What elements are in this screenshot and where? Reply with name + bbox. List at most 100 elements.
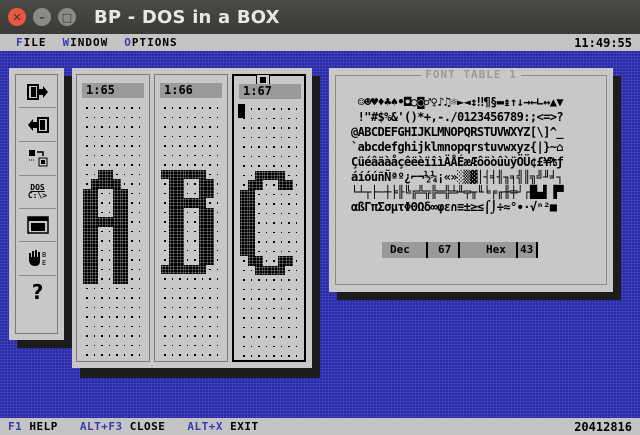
glyph-pixel[interactable]: [248, 275, 256, 285]
glyph-pixel[interactable]: [98, 217, 106, 227]
glyph-pixel[interactable]: [278, 294, 286, 304]
glyph-pixel[interactable]: [240, 161, 248, 171]
glyph-pixel[interactable]: [83, 293, 91, 303]
glyph-pixel[interactable]: [270, 170, 278, 180]
glyph-pixel[interactable]: [263, 190, 271, 200]
glyph-pixel[interactable]: [214, 331, 222, 341]
glyph-pixel[interactable]: [206, 341, 214, 351]
glyph-pixel[interactable]: [214, 179, 222, 189]
glyph-pixel[interactable]: [293, 133, 301, 143]
status-help[interactable]: F1 HELP: [8, 420, 58, 433]
glyph-pixel[interactable]: [168, 217, 176, 227]
glyph-pixel[interactable]: [121, 303, 129, 313]
glyph-pixel[interactable]: [285, 256, 293, 266]
glyph-pixel[interactable]: [136, 284, 144, 294]
glyph-pixel[interactable]: [128, 103, 136, 113]
glyph-pixel[interactable]: [248, 142, 256, 152]
glyph-pixel[interactable]: [184, 122, 192, 132]
glyph-pixel[interactable]: [255, 114, 263, 124]
glyph-pixel[interactable]: [184, 331, 192, 341]
glyph-pixel[interactable]: [206, 141, 214, 151]
font-row[interactable]: αßΓπΣσµτΦΘΩδ∞φε∩≡±≥≤⌠⌡÷≈°∙·√ⁿ²■: [351, 200, 563, 215]
glyph-pixel[interactable]: [277, 180, 285, 190]
glyph-pixel[interactable]: [270, 256, 278, 266]
glyph-pixel[interactable]: [128, 284, 136, 294]
glyph-pixel[interactable]: [113, 179, 121, 189]
glyph-pixel[interactable]: [161, 331, 169, 341]
glyph-pixel[interactable]: [136, 141, 144, 151]
glyph-pixel[interactable]: [98, 331, 106, 341]
glyph-pixel[interactable]: [98, 341, 106, 351]
glyph-pixel[interactable]: [240, 199, 248, 209]
glyph-pixel[interactable]: [270, 104, 278, 114]
glyph-pixel[interactable]: [113, 303, 121, 313]
glyph-pixel[interactable]: [293, 304, 301, 314]
glyph-pixel[interactable]: [184, 227, 192, 237]
glyph-pixel[interactable]: [214, 170, 222, 180]
glyph-pixel[interactable]: [198, 169, 206, 179]
glyph-pixel[interactable]: [214, 341, 222, 351]
glyph-pixel[interactable]: [184, 341, 192, 351]
glyph-pixel[interactable]: [248, 313, 256, 323]
glyph-pixel[interactable]: [293, 294, 301, 304]
glyph-pixel[interactable]: [263, 304, 271, 314]
glyph-pixel[interactable]: [83, 160, 91, 170]
glyph-pixel[interactable]: [161, 208, 169, 218]
glyph-pixel[interactable]: [113, 217, 121, 227]
minimize-icon[interactable]: –: [33, 8, 51, 26]
glyph-pixel[interactable]: [184, 151, 192, 161]
glyph-pixel[interactable]: [176, 132, 184, 142]
glyph-pixel[interactable]: [176, 103, 184, 113]
glyph-pixel[interactable]: [191, 255, 199, 265]
glyph-pixel[interactable]: [136, 122, 144, 132]
glyph-pixel[interactable]: [176, 255, 184, 265]
glyph-pixel[interactable]: [176, 341, 184, 351]
glyph-pixel[interactable]: [240, 256, 248, 266]
glyph-pixel[interactable]: [191, 227, 199, 237]
glyph-pixel[interactable]: [176, 141, 184, 151]
glyph-pixel[interactable]: [206, 322, 214, 332]
glyph-pixel[interactable]: [136, 227, 144, 237]
glyph-pixel[interactable]: [248, 104, 256, 114]
glyph-pixel[interactable]: [176, 151, 184, 161]
glyph-pixel[interactable]: [263, 104, 271, 114]
glyph-pixel[interactable]: [206, 103, 214, 113]
glyph-pixel[interactable]: [169, 293, 177, 303]
glyph-pixel[interactable]: [214, 236, 222, 246]
glyph-pixel[interactable]: [191, 246, 199, 256]
enter-door-icon[interactable]: [19, 112, 56, 138]
glyph-pixel[interactable]: [206, 179, 214, 189]
glyph-pixel[interactable]: [161, 284, 169, 294]
glyph-pixel[interactable]: [176, 303, 184, 313]
glyph-cell[interactable]: 1:65: [76, 74, 150, 362]
glyph-pixel[interactable]: [136, 331, 144, 341]
glyph-pixel[interactable]: [262, 265, 270, 275]
glyph-pixel[interactable]: [169, 341, 177, 351]
glyph-pixel[interactable]: [248, 123, 256, 133]
glyph-pixel[interactable]: [168, 179, 176, 189]
glyph-pixel[interactable]: [83, 198, 91, 208]
glyph-pixel[interactable]: [183, 264, 191, 274]
glyph-pixel[interactable]: [255, 313, 263, 323]
glyph-pixel[interactable]: [240, 332, 248, 342]
glyph-pixel[interactable]: [184, 255, 192, 265]
glyph-pixel[interactable]: [270, 351, 278, 361]
glyph-pixel[interactable]: [240, 114, 248, 124]
glyph-pixel[interactable]: [293, 199, 301, 209]
glyph-pixel[interactable]: [120, 245, 128, 255]
glyph-pixel[interactable]: [214, 113, 222, 123]
glyph-pixel[interactable]: [240, 142, 248, 152]
glyph-pixel[interactable]: [278, 152, 286, 162]
glyph-pixel[interactable]: [255, 265, 263, 275]
glyph-pixel[interactable]: [83, 303, 91, 313]
glyph-pixel[interactable]: [128, 265, 136, 275]
glyph-pixel[interactable]: [106, 236, 114, 246]
glyph-pixel[interactable]: [248, 351, 256, 361]
glyph-pixel[interactable]: [191, 284, 199, 294]
glyph-pixel[interactable]: [198, 255, 206, 265]
glyph-pixel[interactable]: [285, 275, 293, 285]
glyph-pixel[interactable]: [161, 236, 169, 246]
glyph-pixel[interactable]: [214, 208, 222, 218]
glyph-pixel[interactable]: [113, 113, 121, 123]
glyph-pixel[interactable]: [293, 171, 301, 181]
